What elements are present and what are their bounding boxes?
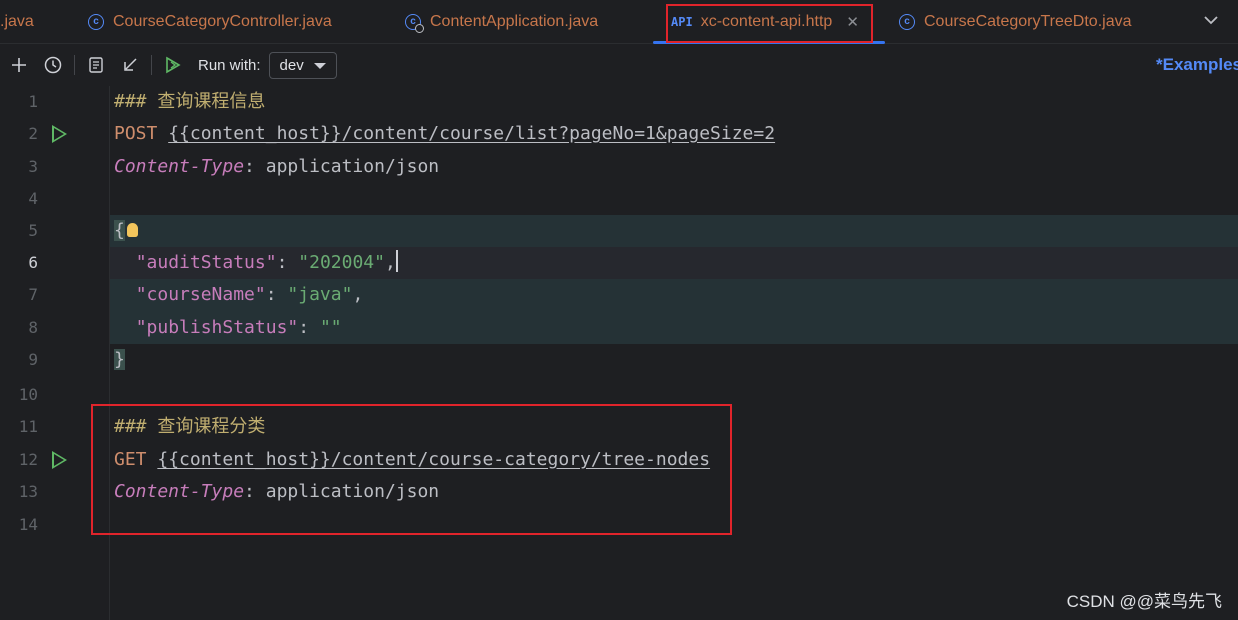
class-icon: c (88, 14, 104, 30)
code-line: 7 "courseName": "java", (0, 279, 1238, 311)
tab-course-category-controller[interactable]: c CourseCategoryController.java (88, 0, 332, 44)
run-with-label: Run with: (198, 56, 261, 74)
add-icon[interactable] (2, 45, 36, 85)
json-key: "auditStatus" (135, 252, 277, 273)
line-number: 14 (18, 515, 38, 534)
history-icon[interactable] (36, 45, 70, 85)
http-method: POST (114, 123, 158, 144)
tab-java-partial[interactable]: .java (0, 0, 34, 44)
comment-text: ### 查询课程信息 (114, 91, 266, 112)
environment-value: dev (279, 56, 304, 74)
json-close-brace: } (114, 344, 125, 376)
line-number: 13 (18, 482, 38, 501)
line-number: 12 (18, 450, 38, 469)
json-property: "auditStatus": "202004", (135, 250, 398, 273)
line-number: 11 (18, 417, 38, 436)
run-request-icon[interactable] (52, 125, 67, 143)
json-property: "courseName": "java", (135, 284, 364, 305)
brace: { (114, 220, 125, 241)
code-line: 2 POST {{content_host}}/content/course/l… (0, 118, 1238, 150)
line-number: 7 (28, 285, 38, 304)
convert-icon[interactable] (79, 45, 113, 85)
run-request-icon[interactable] (52, 451, 67, 469)
json-value: "" (319, 317, 342, 338)
tab-label: .java (0, 13, 34, 30)
line-number: 1 (28, 92, 38, 111)
http-toolbar: Run with: dev *Examples (0, 45, 1238, 85)
code-editor[interactable]: 1 ### 查询课程信息 2 POST {{content_host}}/con… (0, 86, 1238, 620)
request-line: POST {{content_host}}/content/course/lis… (114, 118, 775, 150)
tab-content-application[interactable]: c ContentApplication.java (405, 0, 598, 44)
run-all-icon[interactable] (156, 45, 190, 85)
tab-label: ContentApplication.java (430, 13, 599, 30)
json-key: "publishStatus" (135, 317, 299, 338)
toolbar-divider (74, 55, 75, 75)
environment-select[interactable]: dev (268, 51, 337, 79)
examples-link[interactable]: *Examples (1156, 55, 1238, 75)
code-line: 4 (0, 183, 1238, 215)
tab-course-category-tree-dto[interactable]: c CourseCategoryTreeDto.java (899, 0, 1132, 44)
import-icon[interactable] (113, 45, 147, 85)
json-value: "java" (287, 284, 353, 305)
line-number: 3 (28, 157, 38, 176)
editor-tab-bar: .java c CourseCategoryController.java c … (0, 0, 1238, 44)
line-number: 9 (28, 350, 38, 369)
header-key: Content-Type (114, 156, 245, 177)
header-line: Content-Type: application/json (114, 151, 439, 183)
json-property: "publishStatus": "" (135, 317, 342, 338)
annotation-box-tab (666, 4, 873, 43)
json-value: "202004" (298, 252, 385, 273)
line-number: 2 (28, 124, 38, 143)
tab-label: CourseCategoryController.java (113, 13, 332, 30)
json-key: "courseName" (135, 284, 266, 305)
annotation-box-request (91, 404, 732, 535)
line-number: 4 (28, 189, 38, 208)
class-icon: c (899, 14, 915, 30)
class-gear-icon: c (405, 14, 424, 33)
code-line: 3 Content-Type: application/json (0, 151, 1238, 183)
line-number: 10 (18, 385, 38, 404)
code-line: 1 ### 查询课程信息 (0, 86, 1238, 118)
json-open-brace: { (114, 215, 138, 247)
line-number: 5 (28, 221, 38, 240)
header-separator: : (244, 156, 266, 177)
text-cursor (395, 250, 398, 272)
code-line: 9 } (0, 344, 1238, 376)
brace: } (114, 349, 125, 370)
toolbar-divider (151, 55, 152, 75)
chevron-down-icon[interactable] (1204, 12, 1218, 28)
dropdown-caret-icon (313, 62, 326, 69)
line-number: 6 (28, 253, 38, 272)
code-line: 8 "publishStatus": "" (0, 312, 1238, 344)
tab-label: CourseCategoryTreeDto.java (924, 13, 1132, 30)
line-number: 8 (28, 318, 38, 337)
code-line: 6 "auditStatus": "202004", (0, 247, 1238, 279)
request-url[interactable]: {{content_host}}/content/course/list?pag… (168, 123, 775, 144)
header-value: application/json (265, 156, 440, 177)
lightbulb-icon[interactable] (126, 223, 138, 237)
watermark: CSDN @@菜鸟先飞 (1066, 592, 1222, 611)
code-line: 5 { (0, 215, 1238, 247)
